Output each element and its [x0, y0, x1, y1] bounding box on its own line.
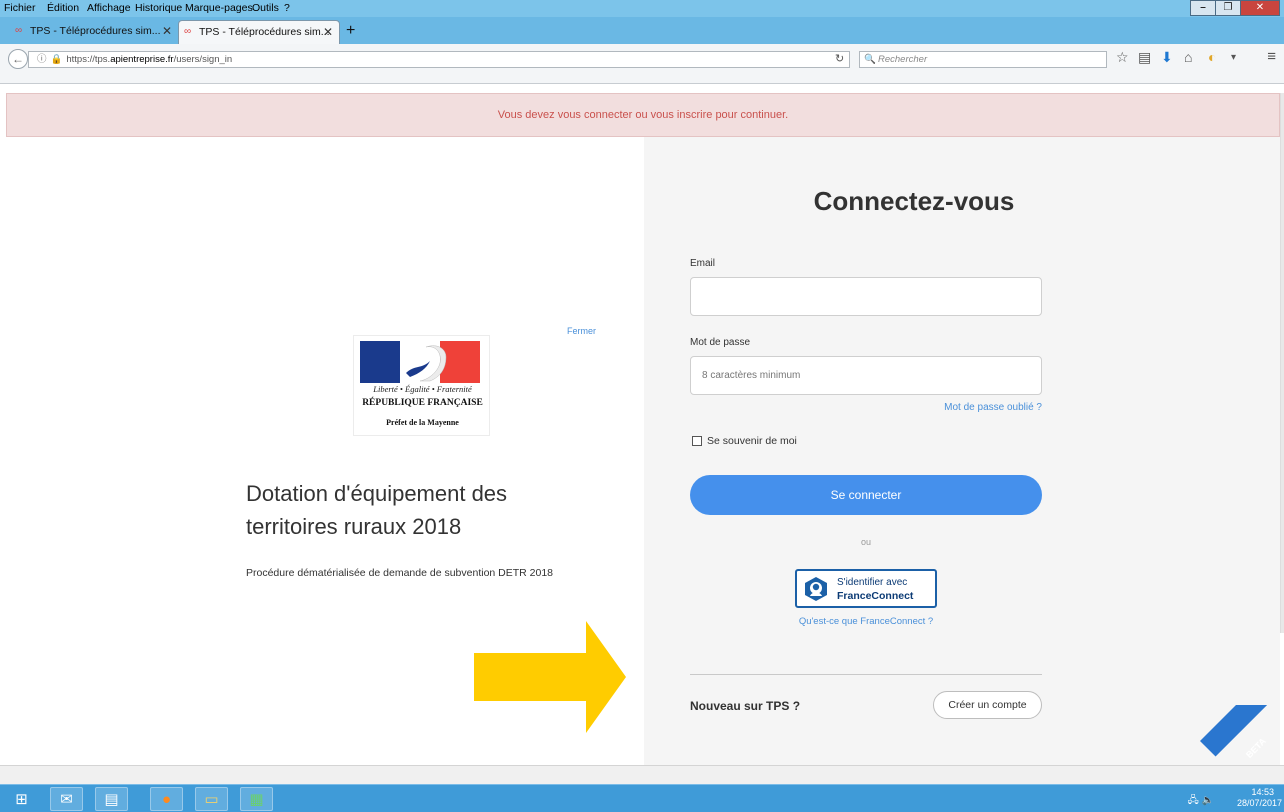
- prefecture-logo: Liberté • Égalité • Fraternité RÉPUBLIQU…: [353, 335, 490, 436]
- divider: [690, 674, 1042, 675]
- menu-help[interactable]: ?: [284, 2, 290, 14]
- firefox-icon[interactable]: ●: [150, 787, 183, 811]
- marianne-flag-icon: [360, 341, 480, 383]
- password-label: Mot de passe: [690, 337, 751, 348]
- franceconnect-label-2: FranceConnect: [837, 590, 914, 602]
- clock-time: 14:53: [1251, 787, 1274, 797]
- horizontal-scrollbar[interactable]: [0, 765, 1284, 784]
- prefecture-name: Préfet de la Mayenne: [386, 418, 459, 427]
- close-link[interactable]: Fermer: [567, 326, 596, 336]
- windows-taskbar: ⊞ ✉ ▤ ● ▭ ▦ 🖧 🔈 14:53 28/07/2017: [0, 784, 1284, 812]
- tab-2-active[interactable]: ∞ TPS - Téléprocédures sim... ✕: [178, 20, 340, 44]
- franceconnect-label-1: S'identifier avec: [837, 577, 908, 588]
- republic-motto: Liberté • Égalité • Fraternité: [373, 384, 472, 394]
- procedure-title: Dotation d'équipement des territoires ru…: [246, 481, 508, 539]
- url-path: /users/sign_in: [173, 54, 233, 65]
- procedure-description: Procédure dématérialisée de demande de s…: [246, 567, 554, 579]
- window-controls: – ❐ ✕: [1190, 0, 1280, 16]
- menu-edition[interactable]: Édition: [47, 2, 79, 14]
- dropdown-icon[interactable]: ▾: [1231, 52, 1236, 63]
- writer-document-icon[interactable]: ▤: [95, 787, 128, 811]
- close-tab-icon[interactable]: ✕: [162, 20, 172, 42]
- menu-fichier[interactable]: Fichier: [4, 2, 36, 14]
- login-pane: [644, 137, 1280, 765]
- bookmark-star-icon[interactable]: ☆: [1116, 49, 1129, 66]
- remember-me-label: Se souvenir de moi: [707, 435, 797, 447]
- url-prefix: https://tps.: [66, 54, 111, 65]
- create-account-button[interactable]: Créer un compte: [933, 691, 1042, 719]
- back-arrow-icon[interactable]: ←: [8, 49, 28, 69]
- clock-date: 28/07/2017: [1236, 798, 1282, 808]
- home-icon[interactable]: ⌂: [1184, 49, 1192, 65]
- nav-bar: ← ⓘ 🔒 https://tps.apientreprise.fr/users/s…: [0, 44, 1284, 84]
- login-button[interactable]: Se connecter: [690, 475, 1042, 515]
- tab-2-label: TPS - Téléprocédures sim...: [199, 26, 330, 38]
- maximize-button[interactable]: ❐: [1215, 0, 1241, 16]
- email-field[interactable]: [690, 277, 1042, 316]
- flash-alert: Vous devez vous connecter ou vous inscri…: [6, 93, 1280, 137]
- menu-historique[interactable]: Historique: [135, 2, 182, 14]
- windows-start-icon[interactable]: ⊞: [5, 787, 38, 811]
- email-label: Email: [690, 258, 716, 269]
- extension-icon[interactable]: ◐: [1208, 49, 1216, 65]
- reload-icon[interactable]: ↻: [835, 52, 844, 65]
- minimize-button[interactable]: –: [1190, 0, 1216, 16]
- url-domain: apientreprise.fr: [110, 54, 174, 65]
- thunderbird-icon[interactable]: ✉: [50, 787, 83, 811]
- menu-marque-pages[interactable]: Marque-pages: [185, 2, 253, 14]
- reading-list-icon[interactable]: ▤: [1138, 49, 1151, 66]
- calc-spreadsheet-icon[interactable]: ▦: [240, 787, 273, 811]
- remember-me-checkbox[interactable]: Se souvenir de moi: [692, 435, 797, 447]
- new-tab-button[interactable]: +: [346, 20, 355, 42]
- menu-outils[interactable]: Outils: [252, 2, 279, 14]
- beta-label: BETA: [1243, 736, 1268, 760]
- search-icon: 🔍: [864, 54, 876, 65]
- lock-icon[interactable]: 🔒: [51, 54, 63, 65]
- info-icon[interactable]: ⓘ: [37, 54, 47, 65]
- password-field[interactable]: 8 caractères minimum: [690, 356, 1042, 395]
- forgot-password-link[interactable]: Mot de passe oublié ?: [890, 402, 1042, 413]
- franceconnect-button[interactable]: S'identifier avec FranceConnect: [795, 569, 937, 608]
- tab-1[interactable]: ∞ TPS - Téléprocédures sim... ✕: [10, 20, 178, 44]
- close-tab-icon[interactable]: ✕: [323, 21, 333, 43]
- tab-bar: ∞ TPS - Téléprocédures sim... ✕ ∞ TPS - …: [0, 17, 1284, 44]
- menu-affichage[interactable]: Affichage: [87, 2, 131, 14]
- republic-name: RÉPUBLIQUE FRANÇAISE: [362, 398, 483, 408]
- menu-hamburger-icon[interactable]: ≡: [1267, 48, 1276, 65]
- url-bar[interactable]: ⓘ 🔒 https://tps.apientreprise.fr/users/sig…: [28, 51, 850, 68]
- franceconnect-help-link[interactable]: Qu'est-ce que FranceConnect ?: [690, 616, 1042, 627]
- checkbox-icon[interactable]: [692, 436, 702, 446]
- franceconnect-logo-icon: [805, 577, 827, 601]
- scrollbar[interactable]: [1280, 93, 1284, 633]
- site-favicon-icon: ∞: [184, 26, 192, 37]
- menu-bar: Fichier Édition Affichage Historique Mar…: [0, 0, 1284, 17]
- or-separator: ou: [860, 537, 871, 547]
- system-tray-icon[interactable]: 🖧 🔈: [1188, 793, 1214, 810]
- search-placeholder: Rechercher: [878, 54, 928, 65]
- close-window-button[interactable]: ✕: [1240, 0, 1280, 16]
- login-title: Connectez-vous: [813, 186, 1015, 216]
- tab-1-label: TPS - Téléprocédures sim...: [30, 25, 161, 37]
- search-input[interactable]: 🔍 Rechercher: [859, 51, 1107, 68]
- new-user-label: Nouveau sur TPS ?: [690, 699, 801, 713]
- arrow-right-icon: [474, 621, 626, 733]
- site-favicon-icon: ∞: [15, 25, 23, 36]
- browser-chrome: Fichier Édition Affichage Historique Mar…: [0, 0, 1284, 84]
- file-explorer-icon[interactable]: ▭: [195, 787, 228, 811]
- download-icon[interactable]: ⬇: [1161, 49, 1173, 66]
